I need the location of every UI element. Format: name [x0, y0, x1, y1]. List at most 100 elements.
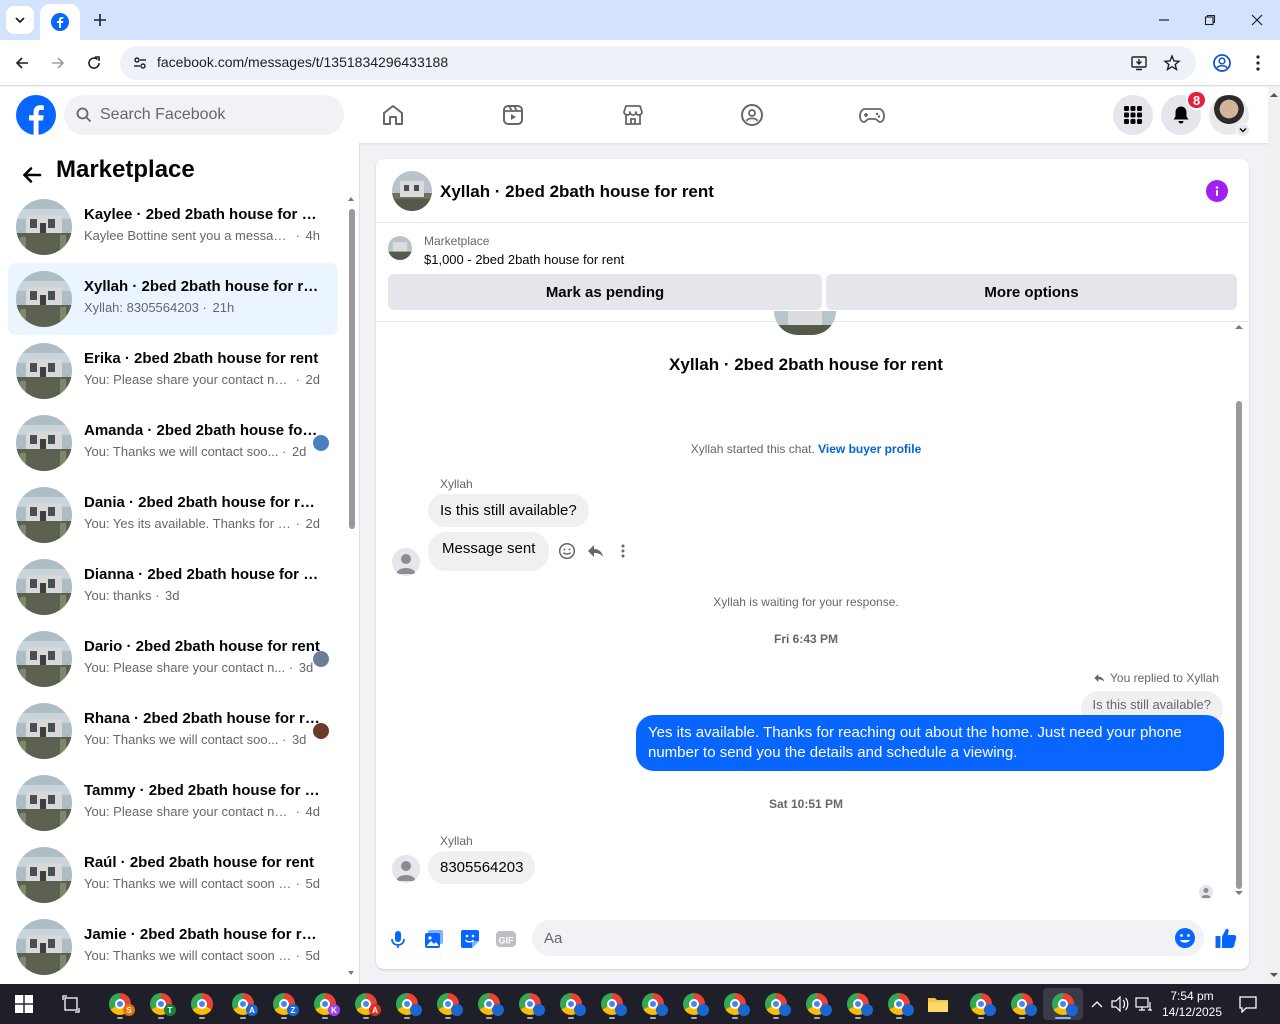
chrome-profile-taskbar-icon-active[interactable]	[1043, 988, 1083, 1020]
chrome-profile-taskbar-icon[interactable]: A	[346, 988, 386, 1020]
address-bar[interactable]: facebook.com/messages/t/1351834296433188	[120, 46, 1196, 80]
conversation-item[interactable]: Kaylee · 2bed 2bath house for rent Kaylee…	[8, 191, 338, 263]
emoji-icon[interactable]	[1174, 927, 1196, 949]
close-window-button[interactable]	[1245, 8, 1269, 32]
groups-nav-icon[interactable]	[738, 101, 766, 129]
url-text[interactable]: facebook.com/messages/t/1351834296433188	[157, 54, 448, 70]
minimize-button[interactable]	[1152, 8, 1176, 32]
chrome-profile-taskbar-icon[interactable]	[961, 988, 1001, 1020]
chrome-profile-taskbar-icon[interactable]: A	[223, 988, 263, 1020]
incoming-message[interactable]: Message sent	[428, 532, 550, 571]
incoming-message[interactable]: 8305564203	[428, 851, 536, 884]
home-nav-icon[interactable]	[379, 101, 407, 129]
listing-thumbnail[interactable]	[388, 236, 412, 260]
chat-avatar[interactable]	[392, 171, 432, 211]
browser-tab-facebook[interactable]	[40, 4, 80, 40]
chrome-profile-taskbar-icon[interactable]	[182, 988, 222, 1020]
facebook-search[interactable]	[64, 95, 344, 135]
account-chevron-icon[interactable]	[1236, 123, 1250, 137]
reply-arrow-icon[interactable]	[584, 540, 606, 562]
reload-button[interactable]	[80, 49, 108, 77]
video-nav-icon[interactable]	[499, 101, 527, 129]
chrome-profile-taskbar-icon[interactable]	[592, 988, 632, 1020]
taskbar-clock[interactable]: 7:54 pm 14/12/2025	[1158, 988, 1226, 1020]
chrome-profile-taskbar-icon[interactable]	[428, 988, 468, 1020]
chat-scroll-thumb[interactable]	[1236, 401, 1242, 889]
search-input[interactable]	[100, 95, 330, 135]
chrome-profile-taskbar-icon[interactable]	[510, 988, 550, 1020]
house-thumbnail-icon	[392, 171, 432, 211]
react-smiley-icon[interactable]	[556, 540, 578, 562]
bookmark-star-icon[interactable]	[1161, 52, 1183, 74]
task-view-button[interactable]	[51, 988, 91, 1020]
conversation-item[interactable]: Rhana · 2bed 2bath house for rent You: Th…	[8, 695, 338, 767]
chrome-profile-taskbar-icon[interactable]: T	[141, 988, 181, 1020]
conversation-item[interactable]: Erika · 2bed 2bath house for rent You: Pl…	[8, 335, 338, 407]
volume-icon[interactable]	[1110, 994, 1130, 1014]
outgoing-message[interactable]: Yes its available. Thanks for reaching o…	[636, 715, 1224, 771]
chrome-profile-taskbar-icon[interactable]	[674, 988, 714, 1020]
preview-time: 2d	[305, 372, 320, 387]
chrome-profile-taskbar-icon[interactable]: S	[100, 988, 140, 1020]
chrome-profile-taskbar-icon[interactable]	[797, 988, 837, 1020]
chrome-profile-taskbar-icon[interactable]: Z	[264, 988, 304, 1020]
incoming-message[interactable]: Is this still available?	[428, 494, 589, 527]
conversation-item[interactable]: Jamie · 2bed 2bath house for rent You: Th…	[8, 911, 338, 983]
profile-button[interactable]	[1208, 49, 1236, 77]
page-scrollbar[interactable]	[1268, 87, 1280, 984]
chrome-profile-taskbar-icon[interactable]	[879, 988, 919, 1020]
chrome-profile-taskbar-icon[interactable]	[551, 988, 591, 1020]
forward-button[interactable]	[44, 49, 72, 77]
sticker-icon[interactable]	[458, 927, 482, 951]
back-button[interactable]	[8, 49, 36, 77]
view-buyer-profile-link[interactable]: View buyer profile	[818, 442, 921, 456]
conversation-item[interactable]: Raúl · 2bed 2bath house for rent You: Tha…	[8, 839, 338, 911]
chrome-profile-taskbar-icon[interactable]	[387, 988, 427, 1020]
sidebar-back-button[interactable]	[16, 159, 48, 191]
marketplace-nav-icon[interactable]	[619, 101, 647, 129]
voice-clip-icon[interactable]	[386, 927, 410, 951]
listing-title[interactable]: $1,000 - 2bed 2bath house for rent	[424, 252, 624, 267]
browser-menu-button[interactable]	[1244, 49, 1272, 77]
install-app-icon[interactable]	[1128, 52, 1150, 74]
conversation-item[interactable]: Tammy · 2bed 2bath house for rent You: Pl…	[8, 767, 338, 839]
restore-button[interactable]	[1198, 8, 1222, 32]
chrome-profile-taskbar-icon[interactable]	[469, 988, 509, 1020]
file-explorer-taskbar-icon[interactable]	[918, 988, 958, 1020]
attach-photo-icon[interactable]	[422, 927, 446, 951]
conversation-item[interactable]: Amanda · 2bed 2bath house for rent You: T…	[8, 407, 338, 479]
chrome-profile-taskbar-icon[interactable]	[756, 988, 796, 1020]
chrome-profile-taskbar-icon[interactable]: K	[305, 988, 345, 1020]
sidebar-scroll-thumb[interactable]	[349, 209, 355, 529]
tab-search-button[interactable]	[6, 6, 34, 34]
menu-grid-button[interactable]	[1113, 95, 1153, 135]
mark-as-pending-button[interactable]: Mark as pending	[388, 274, 822, 310]
site-info-icon[interactable]	[128, 51, 152, 75]
chrome-profile-taskbar-icon[interactable]	[715, 988, 755, 1020]
more-options-button[interactable]: More options	[826, 274, 1237, 310]
conversation-item[interactable]: Xyllah · 2bed 2bath house for rent Xyllah…	[8, 263, 338, 335]
conversation-info-icon[interactable]	[1206, 180, 1228, 202]
default-avatar-icon	[392, 548, 420, 576]
notification-center-icon[interactable]	[1238, 994, 1258, 1014]
gif-icon[interactable]: GIF	[494, 927, 518, 951]
thumbs-up-icon[interactable]	[1214, 926, 1238, 950]
chrome-profile-taskbar-icon[interactable]	[1002, 988, 1042, 1020]
facebook-logo-icon[interactable]	[16, 95, 56, 135]
network-icon[interactable]	[1134, 994, 1154, 1014]
plus-icon	[94, 14, 106, 26]
tray-chevron-up-icon[interactable]	[1087, 994, 1107, 1014]
message-input-box[interactable]	[532, 920, 1204, 956]
chrome-profile-taskbar-icon[interactable]	[633, 988, 673, 1020]
preview-text: You: Please share your contact n...	[84, 660, 286, 675]
start-button[interactable]	[4, 988, 44, 1020]
conversation-item[interactable]: Dania · 2bed 2bath house for rent You: Ye…	[8, 479, 338, 551]
conversation-item[interactable]: Dario · 2bed 2bath house for rent You: Pl…	[8, 623, 338, 695]
message-more-icon[interactable]	[612, 540, 634, 562]
chrome-profile-taskbar-icon[interactable]	[838, 988, 878, 1020]
new-tab-button[interactable]	[88, 8, 112, 32]
message-input[interactable]	[544, 920, 1154, 956]
gaming-nav-icon[interactable]	[858, 101, 886, 129]
conversation-item[interactable]: Dianna · 2bed 2bath house for rent You: t…	[8, 551, 338, 623]
chat-panel: Xyllah · 2bed 2bath house for rent Marke…	[376, 159, 1249, 969]
